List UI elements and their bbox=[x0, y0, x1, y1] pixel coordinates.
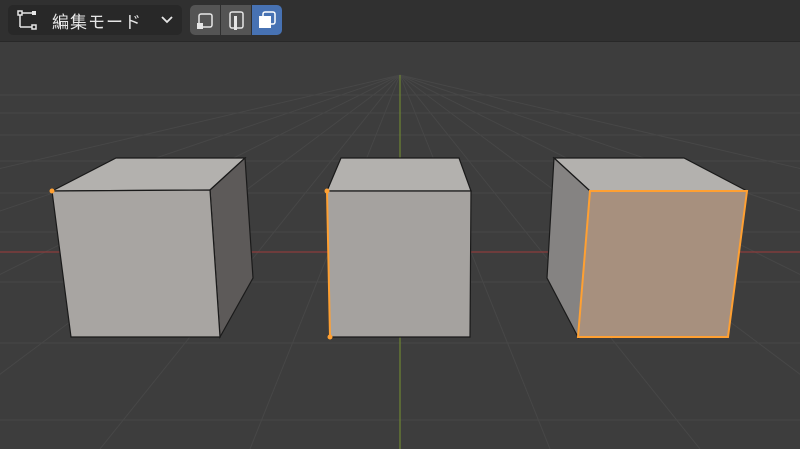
vertex-select-button[interactable] bbox=[190, 5, 220, 35]
edge-vertex-top bbox=[324, 188, 330, 194]
cube-face-selected[interactable] bbox=[546, 156, 749, 340]
edge-vertex-bottom bbox=[327, 334, 333, 340]
selected-vertex[interactable] bbox=[49, 188, 55, 194]
viewport-header: 編集モード bbox=[0, 0, 800, 42]
edge-select-button[interactable] bbox=[221, 5, 251, 35]
selected-face[interactable] bbox=[576, 190, 749, 338]
mode-label: 編集モード bbox=[52, 12, 142, 33]
cube-vertex-selected[interactable] bbox=[49, 156, 254, 340]
vertex-select-icon bbox=[197, 13, 213, 29]
face-select-button[interactable] bbox=[252, 5, 282, 35]
mode-selector[interactable]: 編集モード bbox=[8, 5, 182, 35]
chevron-down-icon bbox=[157, 9, 177, 31]
3d-viewport[interactable] bbox=[0, 42, 800, 449]
cube-edge-selected[interactable] bbox=[324, 157, 472, 340]
edit-mode-icon bbox=[12, 5, 42, 35]
edge-select-icon bbox=[229, 11, 244, 30]
select-mode-group bbox=[190, 5, 282, 35]
face-select-icon bbox=[259, 11, 276, 28]
